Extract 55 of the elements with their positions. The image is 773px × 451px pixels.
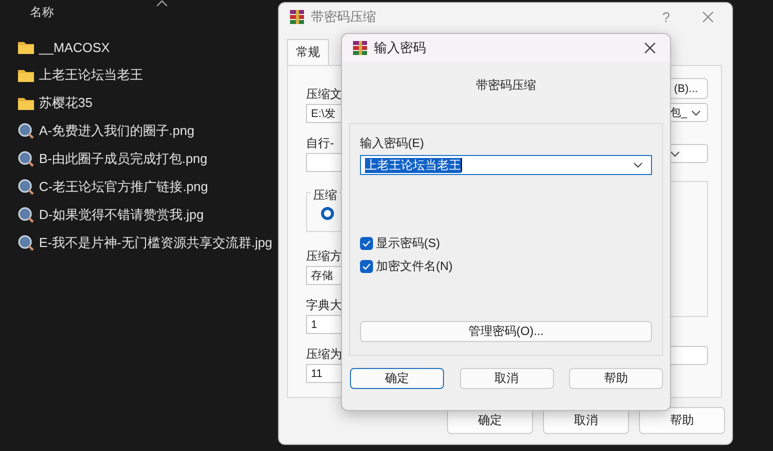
input-field[interactable]: E:\发 [306,104,342,123]
archive-icon [289,9,305,25]
window-title: 输入密码 [374,39,426,57]
close-icon [702,11,714,23]
chevron-down-icon [691,110,701,116]
sort-caret-icon [156,0,168,7]
radio-button[interactable] [321,207,334,220]
field-label: 输入密码(E) [360,135,425,152]
checkbox[interactable] [360,260,373,273]
file-item[interactable]: D-如果觉得不错请赞赏我.jpg [0,201,278,229]
dialog-button[interactable]: 取消 [460,368,554,389]
input-field[interactable] [670,346,708,365]
field-label: 自行- [306,135,335,150]
archive-icon [352,40,368,56]
file-item[interactable]: __MACOSX [0,33,278,61]
dialog-heading: 带密码压缩 [475,77,537,93]
folder-icon [18,96,34,110]
tab[interactable]: 常规 [287,39,329,65]
browse-button[interactable]: (B)... [670,78,708,99]
chevron-down-icon [633,162,643,168]
password-field[interactable]: 上老王论坛当老王 [360,155,652,175]
image-file-icon [18,207,34,223]
check-icon [362,263,371,270]
input-field[interactable]: 存储 [306,266,342,285]
checkbox-label: 加密文件名(N) [376,258,453,275]
file-item[interactable]: B-由此圈子成员完成打包.png [0,145,278,173]
chevron-down-icon [670,150,680,156]
image-file-icon [18,179,34,195]
folder-icon [18,68,34,82]
close-icon [644,42,656,54]
checkbox[interactable] [360,237,373,250]
dialog-button[interactable]: 帮助 [639,407,725,434]
check-icon [362,240,371,247]
image-file-icon [18,235,34,251]
folder-icon [18,40,34,54]
input-field[interactable]: 1 [306,315,342,334]
input-field[interactable]: 11 [306,364,342,383]
dropdown[interactable]: 包_ [670,103,708,122]
image-file-icon [18,123,34,139]
image-file-icon [18,151,34,167]
file-item[interactable]: A-免费进入我们的圈子.png [0,117,278,145]
dialog-button[interactable]: 确定 [350,368,444,389]
dialog-button[interactable]: 帮助 [569,368,663,389]
file-item[interactable]: 苏樱花35 [0,89,278,117]
field-label: 字典大 [306,297,342,312]
field-label: 压缩文 [306,86,342,101]
manage-passwords-button[interactable]: 管理密码(O)... [360,321,652,342]
window-title: 带密码压缩 [311,8,376,26]
column-header[interactable]: 名称 [30,4,54,21]
checkbox-label: 显示密码(S) [376,235,440,252]
file-item[interactable]: E-我不是片神-无门槛资源共享交流群.jpg [0,229,278,257]
field-label: 压缩为 [306,346,342,361]
field-label: 压缩方 [306,248,342,263]
file-item[interactable]: 上老王论坛当老王 [0,61,278,89]
file-item[interactable]: C-老王论坛官方推广链接.png [0,173,278,201]
